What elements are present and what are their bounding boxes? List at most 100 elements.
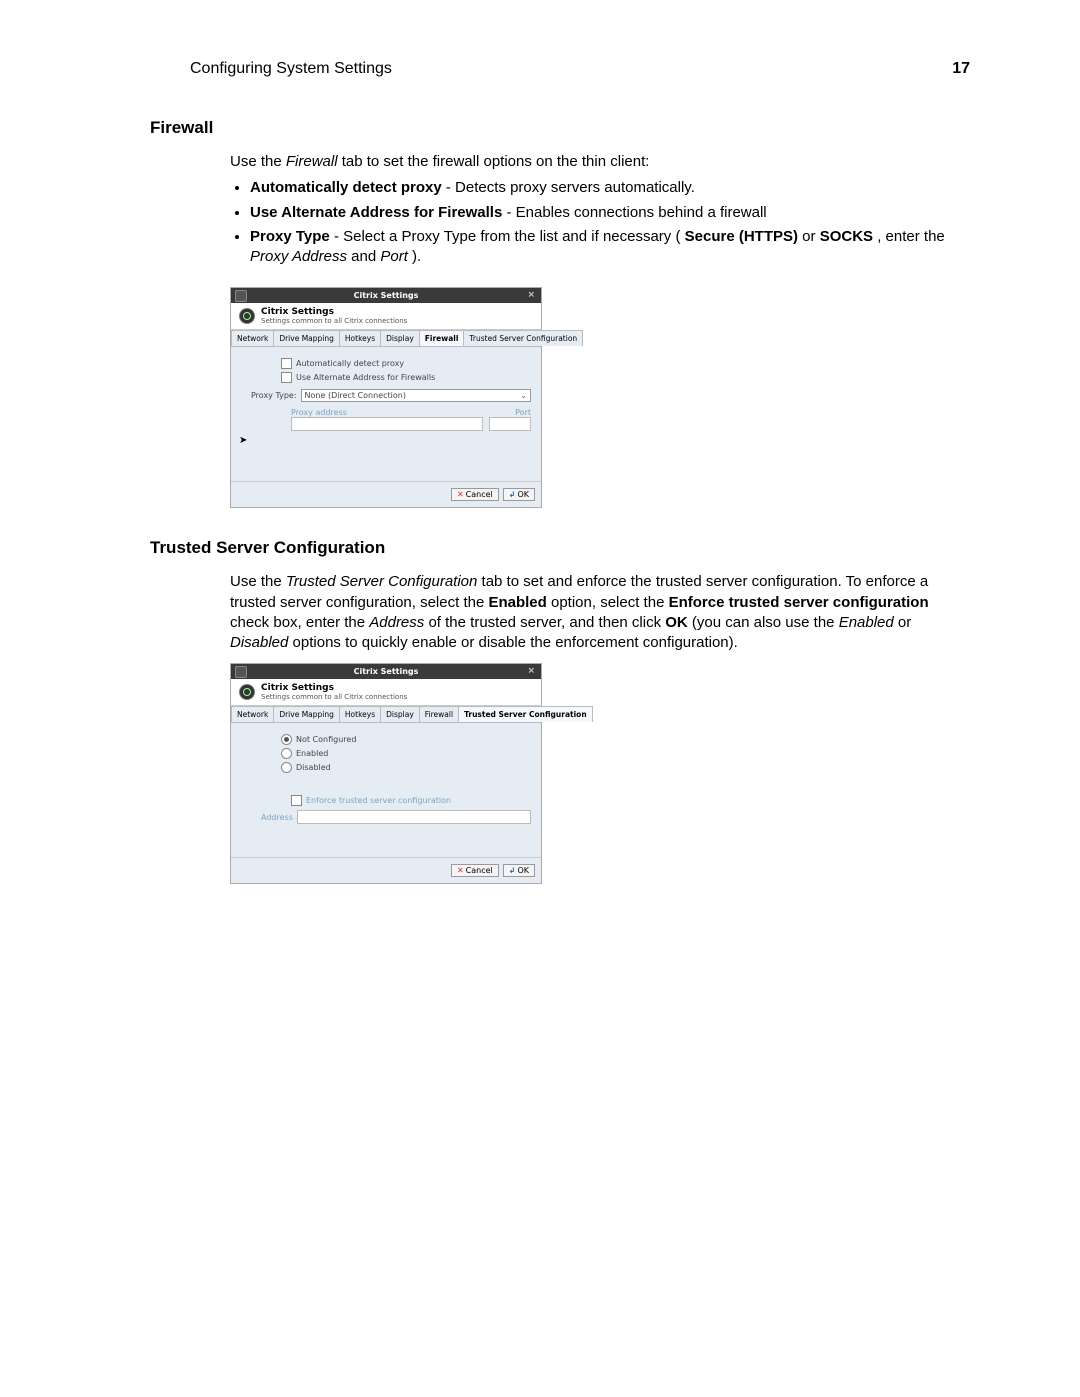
auto-detect-proxy-label: Automatically detect proxy — [296, 359, 404, 368]
dialog-buttons: ✕ Cancel ↲ OK — [231, 857, 541, 883]
x-icon: ✕ — [457, 866, 464, 875]
checkbox-row-auto-detect: Automatically detect proxy — [281, 358, 531, 369]
radio-row-not-configured: Not Configured — [281, 734, 531, 745]
cancel-label: Cancel — [466, 490, 493, 499]
firewall-text: Use the Firewall tab to set the firewall… — [230, 152, 970, 267]
bullet-auto-detect: Automatically detect proxy - Detects pro… — [250, 178, 970, 198]
window-system-icon — [235, 290, 247, 302]
running-header: Configuring System Settings 17 — [190, 60, 970, 78]
trusted-server-text: Use the Trusted Server Configuration tab… — [230, 572, 970, 653]
alt-address-label: Use Alternate Address for Firewalls — [296, 373, 435, 382]
b: Enforce trusted server configuration — [669, 594, 929, 611]
tab-hotkeys[interactable]: Hotkeys — [339, 706, 381, 722]
mouse-cursor-icon: ➤ — [239, 435, 529, 446]
t: tab to set the firewall options on the t… — [342, 153, 650, 170]
tab-network[interactable]: Network — [231, 706, 274, 722]
address-row: Address — [261, 810, 531, 824]
proxy-headers: Proxy address Port — [291, 408, 531, 417]
bullet-proxy-type: Proxy Type - Select a Proxy Type from th… — [250, 227, 970, 268]
page-number: 17 — [952, 60, 970, 78]
proxy-inputs — [291, 417, 531, 431]
dialog-header-title: Citrix Settings — [261, 307, 407, 317]
t: and — [351, 248, 380, 265]
address-input[interactable] — [297, 810, 531, 824]
proxy-type-select[interactable]: None (Direct Connection) ⌄ — [301, 389, 531, 402]
ok-button[interactable]: ↲ OK — [503, 864, 535, 877]
dialog-body: Automatically detect proxy Use Alternate… — [231, 347, 541, 481]
tab-trusted-server[interactable]: Trusted Server Configuration — [463, 330, 583, 346]
proxy-address-input[interactable] — [291, 417, 483, 431]
auto-detect-proxy-checkbox[interactable] — [281, 358, 292, 369]
dialog-titlebar[interactable]: Citrix Settings × — [231, 664, 541, 679]
port-input[interactable] — [489, 417, 531, 431]
checkbox-row-alt-address: Use Alternate Address for Firewalls — [281, 372, 531, 383]
t: - Enables connections behind a firewall — [506, 204, 766, 221]
dialog-buttons: ✕ Cancel ↲ OK — [231, 481, 541, 507]
proxy-type-value: None (Direct Connection) — [305, 391, 406, 400]
radio-row-disabled: Disabled — [281, 762, 531, 773]
b: OK — [665, 614, 688, 631]
enter-icon: ↲ — [509, 866, 516, 875]
bullet-alt-address: Use Alternate Address for Firewalls - En… — [250, 203, 970, 223]
enabled-label: Enabled — [296, 749, 328, 758]
t: (you can also use the — [692, 614, 839, 631]
close-icon[interactable]: × — [527, 290, 535, 300]
dialog-header-subtitle: Settings common to all Citrix connection… — [261, 693, 407, 701]
enforce-checkbox[interactable] — [291, 795, 302, 806]
disabled-label: Disabled — [296, 763, 331, 772]
close-icon[interactable]: × — [527, 666, 535, 676]
enter-icon: ↲ — [509, 490, 516, 499]
b: SOCKS — [820, 228, 873, 245]
t: option, select the — [551, 594, 669, 611]
running-title: Configuring System Settings — [190, 60, 392, 78]
cancel-label: Cancel — [466, 866, 493, 875]
dialog-tabs: Network Drive Mapping Hotkeys Display Fi… — [231, 330, 541, 347]
cancel-button[interactable]: ✕ Cancel — [451, 488, 499, 501]
citrix-icon — [239, 684, 255, 700]
not-configured-label: Not Configured — [296, 735, 356, 744]
proxy-address-label: Proxy address — [291, 408, 509, 417]
dialog-header: Citrix Settings Settings common to all C… — [231, 679, 541, 706]
em: Enabled — [839, 614, 894, 631]
citrix-settings-dialog-firewall: Citrix Settings × Citrix Settings Settin… — [230, 287, 542, 508]
radio-row-enabled: Enabled — [281, 748, 531, 759]
tab-firewall[interactable]: Firewall — [419, 706, 459, 722]
tab-firewall[interactable]: Firewall — [419, 330, 465, 346]
t: , enter the — [877, 228, 945, 245]
enabled-radio[interactable] — [281, 748, 292, 759]
dialog-titlebar[interactable]: Citrix Settings × — [231, 288, 541, 303]
ok-label: OK — [517, 490, 529, 499]
em: Proxy Address — [250, 248, 347, 265]
t: of the trusted server, and then click — [428, 614, 665, 631]
t: or — [898, 614, 911, 631]
dialog-body: Not Configured Enabled Disabled Enforce … — [231, 723, 541, 857]
citrix-icon — [239, 308, 255, 324]
tab-network[interactable]: Network — [231, 330, 274, 346]
x-icon: ✕ — [457, 490, 464, 499]
not-configured-radio[interactable] — [281, 734, 292, 745]
b: Automatically detect proxy — [250, 179, 442, 196]
t: - Select a Proxy Type from the list and … — [334, 228, 681, 245]
tab-drive-mapping[interactable]: Drive Mapping — [273, 330, 340, 346]
dialog-title: Citrix Settings — [354, 667, 419, 676]
t-em: Firewall — [286, 153, 338, 170]
alt-address-checkbox[interactable] — [281, 372, 292, 383]
citrix-settings-dialog-trusted: Citrix Settings × Citrix Settings Settin… — [230, 663, 542, 884]
tab-display[interactable]: Display — [380, 706, 420, 722]
cancel-button[interactable]: ✕ Cancel — [451, 864, 499, 877]
disabled-radio[interactable] — [281, 762, 292, 773]
t: Use the — [230, 573, 286, 590]
tab-hotkeys[interactable]: Hotkeys — [339, 330, 381, 346]
tab-display[interactable]: Display — [380, 330, 420, 346]
t: Use the — [230, 153, 286, 170]
ok-button[interactable]: ↲ OK — [503, 488, 535, 501]
proxy-type-label: Proxy Type: — [251, 391, 297, 400]
b: Proxy Type — [250, 228, 330, 245]
dialog-title: Citrix Settings — [354, 291, 419, 300]
chevron-down-icon: ⌄ — [520, 391, 527, 400]
ok-label: OK — [517, 866, 529, 875]
proxy-type-row: Proxy Type: None (Direct Connection) ⌄ — [251, 389, 531, 402]
section-heading-firewall: Firewall — [150, 118, 970, 138]
tab-drive-mapping[interactable]: Drive Mapping — [273, 706, 340, 722]
tab-trusted-server[interactable]: Trusted Server Configuration — [458, 706, 593, 722]
